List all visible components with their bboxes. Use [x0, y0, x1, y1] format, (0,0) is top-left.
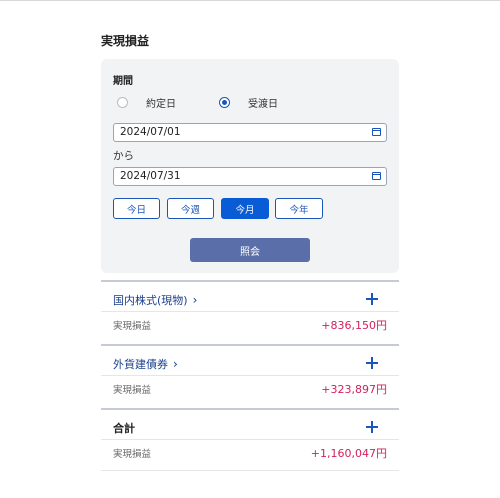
this-month-button[interactable]: 今月: [221, 198, 269, 219]
realized-pl-label: 実現損益: [113, 449, 152, 460]
row-divider: [101, 439, 399, 440]
period-label: 期間: [113, 76, 133, 87]
radio-label: 受渡日: [248, 99, 278, 110]
section-title-total: 合計: [113, 420, 135, 436]
date-from-value: 2024/07/01: [120, 126, 181, 138]
radio-button-selected[interactable]: [219, 97, 230, 108]
section-title-foreign-bonds[interactable]: 外貨建債券 ›: [113, 356, 178, 372]
section-divider: [101, 344, 399, 346]
chevron-right-icon: ›: [173, 357, 178, 371]
date-to-input[interactable]: 2024/07/31: [113, 167, 387, 186]
this-week-button[interactable]: 今週: [167, 198, 214, 219]
realized-pl-amount: +1,160,047円: [310, 447, 387, 460]
row-divider: [101, 470, 399, 471]
radio-label: 約定日: [146, 99, 176, 110]
section-divider: [101, 280, 399, 282]
today-button[interactable]: 今日: [113, 198, 160, 219]
chevron-right-icon: ›: [192, 293, 198, 307]
date-from-input[interactable]: 2024/07/01: [113, 123, 387, 142]
plus-icon[interactable]: [366, 357, 378, 369]
date-to-value: 2024/07/31: [120, 170, 181, 182]
section-divider: [101, 408, 399, 410]
plus-icon[interactable]: [366, 421, 378, 433]
top-divider: [0, 0, 500, 1]
realized-pl-label: 実現損益: [113, 321, 152, 332]
section-title-label: 合計: [113, 422, 135, 435]
section-title-label: 国内株式(現物): [113, 294, 188, 307]
row-divider: [101, 375, 399, 376]
query-button[interactable]: 照会: [190, 238, 310, 262]
realized-pl-amount: +836,150円: [321, 319, 387, 332]
filter-panel: 期間 約定日 受渡日 2024/07/01 から 2024/07/31 今日 今…: [101, 59, 399, 273]
section-title-domestic-stocks[interactable]: 国内株式(現物) ›: [113, 292, 197, 308]
row-divider: [101, 311, 399, 312]
from-label: から: [113, 150, 134, 162]
page-title: 実現損益: [101, 34, 150, 48]
radio-trade-date[interactable]: 約定日: [117, 95, 176, 110]
calendar-icon[interactable]: [372, 172, 381, 180]
radio-settlement-date[interactable]: 受渡日: [219, 95, 278, 110]
section-title-label: 外貨建債券: [113, 358, 168, 371]
plus-icon[interactable]: [366, 293, 378, 305]
realized-pl-label: 実現損益: [113, 385, 152, 396]
this-year-button[interactable]: 今年: [275, 198, 323, 219]
radio-button[interactable]: [117, 97, 128, 108]
calendar-icon[interactable]: [372, 128, 381, 136]
realized-pl-amount: +323,897円: [321, 383, 387, 396]
